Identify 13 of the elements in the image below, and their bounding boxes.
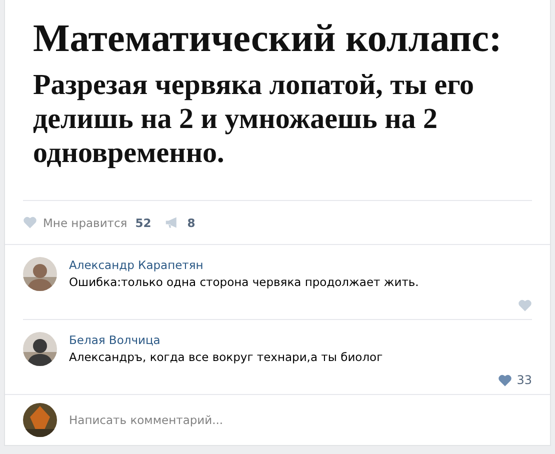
comment-text: Ошибка:только одна сторона червяка продолжает жить. (69, 275, 420, 289)
megaphone-icon (165, 216, 180, 230)
comment-author[interactable]: Белая Волчица (69, 333, 532, 347)
share-button[interactable]: 8 (165, 216, 196, 230)
heart-icon (23, 216, 37, 230)
meme-title: Математический коллапс: (33, 16, 503, 62)
meme-text: Разрезая червяка лопатой, ты его делишь на 2 и умножаешь на 2 одновременно. (33, 68, 476, 170)
comment-text: Александръ, когда все вокруг технари,а ты биолог (69, 350, 384, 364)
heart-icon (498, 374, 512, 386)
like-button[interactable]: Мне нравится 52 (23, 216, 152, 230)
comment-author[interactable]: Александр Карапетян (69, 258, 532, 272)
heart-icon (518, 298, 532, 312)
like-button[interactable]: 33 (498, 370, 532, 390)
